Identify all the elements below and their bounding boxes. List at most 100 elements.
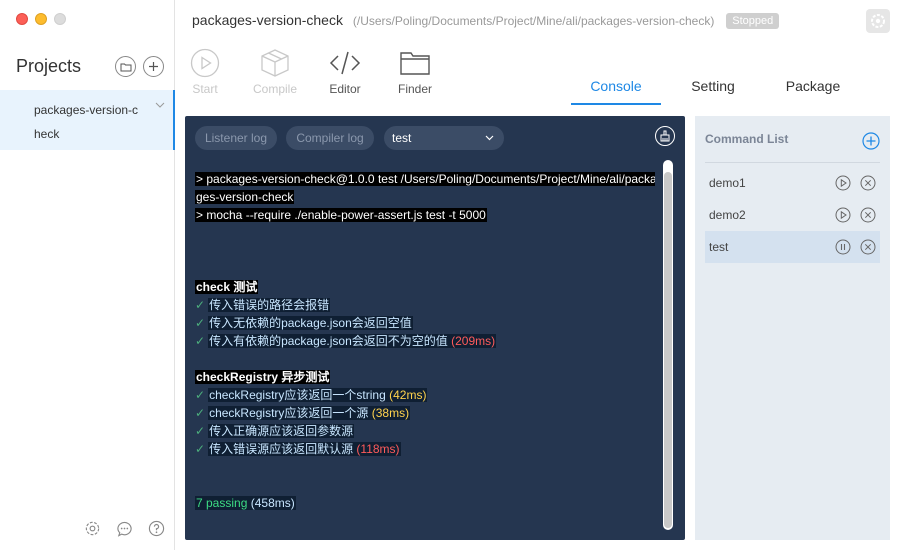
suite-title: checkRegistry 异步测试 [195, 370, 331, 384]
minimize-window-button[interactable] [35, 13, 47, 25]
command-list-title: Command List [705, 132, 789, 146]
projects-title: Projects [16, 56, 82, 76]
test-time: (38ms) [371, 406, 410, 420]
tab-setting[interactable]: Setting [668, 78, 758, 105]
finder-button[interactable]: Finder [385, 48, 445, 96]
listener-log-button[interactable]: Listener log [195, 126, 277, 150]
finder-label: Finder [397, 82, 432, 96]
log-line: check 测试 [195, 278, 259, 296]
gear-icon [871, 14, 885, 28]
test-name: 传入正确源应该返回参数源 [208, 424, 355, 438]
console-toolbar: Listener log Compiler log test [195, 126, 675, 150]
test-name: 传入错误的路径会报错 [208, 298, 331, 312]
passing-summary: 7 passing (458ms) [195, 496, 296, 510]
test-name-text: 传入错误源应该返回默认源 [209, 442, 354, 456]
code-icon [329, 51, 361, 75]
passing-time: (458ms) [250, 496, 295, 510]
play-circle-icon [190, 48, 220, 78]
add-project-button[interactable] [143, 56, 164, 77]
test-time: (118ms) [356, 442, 400, 456]
close-icon[interactable] [860, 207, 876, 223]
console-panel: Listener log Compiler log test > package… [185, 116, 685, 540]
close-window-button[interactable] [16, 13, 28, 25]
close-icon[interactable] [860, 239, 876, 255]
test-name: 传入有依赖的package.json会返回不为空的值 (209ms) [208, 334, 497, 348]
project-title: packages-version-check [192, 12, 343, 28]
scrollbar-thumb[interactable] [664, 172, 672, 528]
log-line: ✓ 传入正确源应该返回参数源 [195, 422, 355, 440]
command-item[interactable]: demo1 [705, 167, 880, 199]
chat-icon[interactable] [116, 520, 133, 537]
test-name-text: checkRegistry应该返回一个源 [209, 406, 369, 420]
folder-icon [400, 52, 430, 75]
log-line: 7 passing (458ms) [195, 494, 296, 512]
start-label: Start [192, 82, 218, 96]
suite-title: check 测试 [195, 280, 259, 294]
folder-icon [120, 63, 131, 71]
play-icon[interactable] [835, 207, 851, 223]
command-name: demo2 [709, 208, 746, 222]
log-line: ✓ 传入错误的路径会报错 [195, 296, 331, 314]
command-select-value: test [392, 131, 412, 145]
test-name: checkRegistry应该返回一个string (42ms) [208, 388, 428, 402]
compile-button[interactable]: Compile [245, 48, 305, 96]
tab-package[interactable]: Package [768, 78, 858, 105]
project-item-label: packages-version-check [34, 103, 139, 141]
plus-icon [149, 62, 158, 71]
status-badge: Stopped [726, 13, 780, 29]
brush-icon [660, 130, 670, 142]
log-line: ✓ checkRegistry应该返回一个string (42ms) [195, 386, 428, 404]
project-title-row: packages-version-check (/Users/Poling/Do… [192, 12, 780, 29]
compiler-log-button[interactable]: Compiler log [286, 126, 374, 150]
test-time: (209ms) [451, 334, 496, 348]
play-icon[interactable] [835, 175, 851, 191]
log-line: ✓ 传入无依赖的package.json会返回空值 [195, 314, 413, 332]
help-icon[interactable] [148, 520, 165, 537]
clear-console-button[interactable] [655, 126, 675, 146]
command-item[interactable]: demo2 [705, 199, 880, 231]
test-name-text: checkRegistry应该返回一个string [209, 388, 386, 402]
package-box-icon [261, 49, 289, 77]
project-item[interactable]: packages-version-check [0, 90, 175, 150]
sidebar: Projects packages-version-check [0, 0, 175, 550]
log-line: ✓ checkRegistry应该返回一个源 (38ms) [195, 404, 411, 422]
log-line: ges-version-check [195, 188, 295, 206]
sidebar-footer [84, 520, 165, 537]
passing-count: 7 passing [196, 496, 248, 510]
open-folder-button[interactable] [115, 56, 136, 77]
editor-label: Editor [329, 82, 361, 96]
gear-icon[interactable] [84, 520, 101, 537]
check-icon: ✓ [195, 334, 206, 348]
window-controls [16, 13, 66, 25]
command-list-panel: Command List demo1 demo2 test [695, 116, 890, 540]
test-name-text: 传入有依赖的package.json会返回不为空的值 [209, 334, 448, 348]
pause-icon[interactable] [835, 239, 851, 255]
header: packages-version-check (/Users/Poling/Do… [176, 0, 900, 42]
close-icon[interactable] [860, 175, 876, 191]
projects-header: Projects [16, 54, 166, 78]
divider [705, 162, 880, 163]
zoom-window-button[interactable] [54, 13, 66, 25]
check-icon: ✓ [195, 316, 206, 330]
check-icon: ✓ [195, 424, 206, 438]
settings-button[interactable] [866, 9, 890, 33]
log-text: > packages-version-check@1.0.0 test /Use… [195, 172, 655, 186]
start-button[interactable]: Start [175, 48, 235, 96]
log-text: > mocha --require ./enable-power-assert.… [195, 208, 487, 222]
check-icon: ✓ [195, 388, 206, 402]
log-line: ✓ 传入错误源应该返回默认源 (118ms) [195, 440, 401, 458]
log-line: > mocha --require ./enable-power-assert.… [195, 206, 487, 224]
command-select[interactable]: test [384, 126, 504, 150]
tab-console[interactable]: Console [571, 78, 661, 105]
test-name: 传入无依赖的package.json会返回空值 [208, 316, 413, 330]
command-name: test [709, 240, 729, 254]
project-path: (/Users/Poling/Documents/Project/Mine/al… [352, 14, 715, 28]
command-item[interactable]: test [705, 231, 880, 263]
console-scrollbar[interactable] [663, 160, 673, 530]
chevron-down-icon[interactable] [155, 102, 165, 108]
check-icon: ✓ [195, 406, 206, 420]
add-command-icon[interactable] [862, 132, 880, 150]
log-line: checkRegistry 异步测试 [195, 368, 331, 386]
editor-button[interactable]: Editor [315, 48, 375, 96]
compile-label: Compile [252, 82, 297, 96]
